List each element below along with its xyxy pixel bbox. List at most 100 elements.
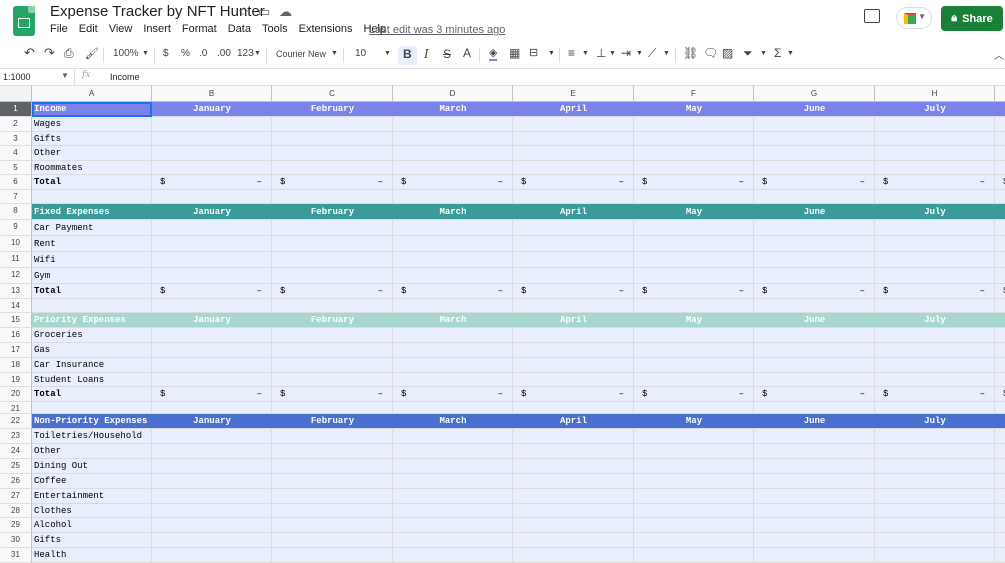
value-cell[interactable] [875,489,995,504]
column-header-a[interactable]: A [32,86,152,102]
value-cell[interactable] [152,236,272,252]
value-cell[interactable] [995,504,1005,518]
category-cell[interactable]: Entertainment [32,489,152,504]
value-cell[interactable] [875,444,995,459]
zoom-chevron-icon[interactable]: ▼ [142,50,149,57]
month-header-cell[interactable]: July [875,414,995,429]
value-cell[interactable] [995,489,1005,504]
functions-chevron-icon[interactable]: ▼ [787,50,794,57]
value-cell[interactable] [272,220,393,236]
bold-button[interactable]: B [403,47,412,61]
value-cell[interactable] [875,117,995,132]
value-cell[interactable] [272,444,393,459]
value-cell[interactable] [393,252,513,268]
value-cell[interactable] [634,132,754,146]
value-cell[interactable] [393,328,513,343]
value-cell[interactable] [513,358,634,373]
total-value-cell[interactable]: $ – [272,175,393,190]
category-cell[interactable]: Dining Out [32,459,152,474]
row-header[interactable]: 5 [0,161,32,175]
value-cell[interactable] [634,474,754,489]
value-cell[interactable] [875,252,995,268]
merge-chevron-icon[interactable]: ▼ [548,50,555,57]
category-cell[interactable]: Wifi [32,252,152,268]
menu-file[interactable]: File [50,23,68,35]
value-cell[interactable] [393,548,513,563]
value-cell[interactable] [754,132,875,146]
menu-edit[interactable]: Edit [79,23,98,35]
value-cell[interactable] [875,459,995,474]
merge-cells-icon[interactable]: ⊟ [529,46,538,59]
insert-comment-icon[interactable]: 🗨︎ [703,46,718,60]
column-header-g[interactable]: G [754,86,875,102]
font-chevron-icon[interactable]: ▼ [331,50,338,57]
category-cell[interactable]: Toiletries/Household [32,429,152,444]
value-cell[interactable] [272,504,393,518]
category-cell[interactable]: Car Insurance [32,358,152,373]
name-box-chevron-icon[interactable]: ▼ [61,71,69,80]
row-header[interactable]: 1 [0,102,32,117]
menu-data[interactable]: Data [228,23,251,35]
section-header-cell[interactable]: Fixed Expenses [32,204,152,220]
row-header[interactable]: 28 [0,504,32,518]
last-edit-link[interactable]: Last edit was 3 minutes ago [369,24,505,36]
value-cell[interactable] [513,220,634,236]
value-cell[interactable] [513,268,634,284]
value-cell[interactable] [513,474,634,489]
value-cell[interactable] [393,429,513,444]
value-cell[interactable] [875,402,995,414]
value-cell[interactable] [272,161,393,175]
value-cell[interactable] [875,132,995,146]
value-cell[interactable] [634,343,754,358]
increase-decimal-button[interactable]: .00 [217,48,231,59]
menu-extensions[interactable]: Extensions [299,23,353,35]
row-header[interactable]: 9 [0,220,32,236]
category-cell[interactable] [32,299,152,313]
value-cell[interactable] [875,358,995,373]
value-cell[interactable] [634,220,754,236]
row-header[interactable]: 24 [0,444,32,459]
month-header-cell[interactable]: June [754,102,875,117]
total-value-cell[interactable]: $ – [272,284,393,299]
value-cell[interactable] [393,146,513,161]
row-header[interactable]: 29 [0,518,32,533]
row-header[interactable]: 7 [0,190,32,204]
value-cell[interactable] [754,459,875,474]
value-cell[interactable] [995,299,1005,313]
value-cell[interactable] [152,117,272,132]
undo-icon[interactable]: ↶ [24,45,35,61]
value-cell[interactable] [995,373,1005,387]
value-cell[interactable] [272,299,393,313]
value-cell[interactable] [995,548,1005,563]
total-value-cell[interactable]: $ – [152,175,272,190]
value-cell[interactable] [995,220,1005,236]
value-cell[interactable] [272,117,393,132]
move-folder-icon[interactable]: ▭ [258,4,270,20]
value-cell[interactable] [513,518,634,533]
column-header-e[interactable]: E [513,86,634,102]
category-cell[interactable]: Other [32,444,152,459]
total-value-cell[interactable]: $ – [393,284,513,299]
font-size-select[interactable]: 10 [355,48,366,59]
value-cell[interactable] [634,358,754,373]
row-header[interactable]: 31 [0,548,32,563]
value-cell[interactable] [995,328,1005,343]
value-cell[interactable] [754,373,875,387]
value-cell[interactable] [634,444,754,459]
document-title[interactable]: Expense Tracker by NFT Hunter [50,3,265,20]
value-cell[interactable] [754,236,875,252]
value-cell[interactable] [272,402,393,414]
value-cell[interactable] [152,373,272,387]
total-value-cell[interactable]: $ – [754,387,875,402]
row-header[interactable]: 23 [0,429,32,444]
value-cell[interactable] [995,533,1005,548]
row-header[interactable]: 19 [0,373,32,387]
more-formats-button[interactable]: 123 [237,48,254,59]
value-cell[interactable] [513,236,634,252]
value-cell[interactable] [513,117,634,132]
value-cell[interactable] [393,518,513,533]
value-cell[interactable] [754,252,875,268]
value-cell[interactable] [152,268,272,284]
value-cell[interactable] [272,236,393,252]
column-header-d[interactable]: D [393,86,513,102]
